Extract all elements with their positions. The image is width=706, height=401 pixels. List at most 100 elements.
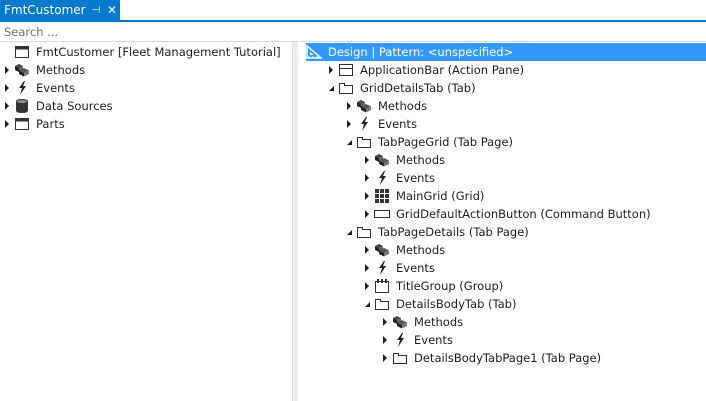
expand-arrow-icon[interactable] bbox=[0, 79, 14, 97]
tree-node-label: Design | Pattern: <unspecified> bbox=[328, 45, 514, 59]
events-icon bbox=[374, 260, 390, 276]
tree-node-griddetailstab[interactable]: GridDetailsTab (Tab) bbox=[324, 79, 476, 97]
methods-icon bbox=[374, 242, 390, 258]
tree-node-methods[interactable]: Methods bbox=[360, 241, 445, 259]
tree-node-label: Methods bbox=[36, 63, 86, 77]
tree-node-detailsbodytab[interactable]: DetailsBodyTab (Tab) bbox=[360, 295, 516, 313]
design-icon bbox=[306, 44, 322, 60]
tree-node-label: DetailsBodyTab (Tab) bbox=[396, 297, 517, 311]
tree-node-fmtcustomer-fleet-management-tutorial[interactable]: FmtCustomer [Fleet Management Tutorial] bbox=[0, 43, 281, 61]
tree-node-label: Events bbox=[378, 117, 417, 131]
expand-arrow-icon[interactable] bbox=[360, 151, 374, 169]
form-icon bbox=[14, 44, 30, 60]
events-icon bbox=[392, 332, 408, 348]
tree-node-label: FmtCustomer [Fleet Management Tutorial] bbox=[36, 45, 281, 59]
tree-node-label: TabPageDetails (Tab Page) bbox=[378, 225, 529, 239]
search-input[interactable] bbox=[0, 22, 706, 41]
expand-arrow-icon[interactable] bbox=[378, 349, 392, 367]
tree-node-data-sources[interactable]: Data Sources bbox=[0, 97, 113, 115]
tree-node-methods[interactable]: Methods bbox=[0, 61, 85, 79]
tree-node-label: DetailsBodyTabPage1 (Tab Page) bbox=[414, 351, 602, 365]
tree-node-titlegroup[interactable]: TitleGroup (Group) bbox=[360, 277, 503, 295]
tree-node-griddefaultactionbutton[interactable]: GridDefaultActionButton (Command Button) bbox=[360, 205, 651, 223]
tree-node-label: TitleGroup (Group) bbox=[396, 279, 504, 293]
collapse-arrow-icon[interactable] bbox=[342, 223, 356, 241]
tab-icon bbox=[338, 80, 354, 96]
pin-icon[interactable]: ⊣ bbox=[88, 5, 104, 16]
tree-node-design-pattern-unspecified[interactable]: Design | Pattern: <unspecified> bbox=[306, 43, 706, 61]
tree-node-tabpagedetails[interactable]: TabPageDetails (Tab Page) bbox=[342, 223, 529, 241]
tree-node-label: TabPageGrid (Tab Page) bbox=[378, 135, 514, 149]
tree-node-label: Methods bbox=[378, 99, 428, 113]
expand-arrow-icon[interactable] bbox=[360, 277, 374, 295]
events-icon bbox=[356, 116, 372, 132]
events-icon bbox=[14, 80, 30, 96]
tree-node-label: Methods bbox=[396, 153, 446, 167]
tab-icon bbox=[392, 350, 408, 366]
tree-node-methods[interactable]: Methods bbox=[378, 313, 463, 331]
tab-icon bbox=[356, 224, 372, 240]
tree-node-applicationbar[interactable]: ApplicationBar (Action Pane) bbox=[324, 61, 524, 79]
expand-arrow-icon[interactable] bbox=[342, 97, 356, 115]
parts-icon bbox=[14, 116, 30, 132]
expand-arrow-icon[interactable] bbox=[378, 331, 392, 349]
expand-arrow-icon[interactable] bbox=[342, 115, 356, 133]
expand-arrow-icon[interactable] bbox=[360, 241, 374, 259]
tree-node-methods[interactable]: Methods bbox=[360, 151, 445, 169]
tree-node-label: Data Sources bbox=[36, 99, 113, 113]
document-tab-strip: FmtCustomer ⊣ ✕ bbox=[0, 0, 706, 22]
expand-arrow-icon[interactable] bbox=[0, 61, 14, 79]
design-tree-pane: Design | Pattern: <unspecified> Applicati… bbox=[298, 42, 706, 401]
tree-node-label: Parts bbox=[36, 117, 65, 131]
collapse-arrow-icon[interactable] bbox=[324, 79, 338, 97]
expand-arrow-icon[interactable] bbox=[324, 61, 338, 79]
tree-node-tabpagegrid[interactable]: TabPageGrid (Tab Page) bbox=[342, 133, 513, 151]
methods-icon bbox=[356, 98, 372, 114]
expand-arrow-icon[interactable] bbox=[360, 187, 374, 205]
tree-node-detailsbodytabpage1[interactable]: DetailsBodyTabPage1 (Tab Page) bbox=[378, 349, 601, 367]
datasource-icon bbox=[14, 98, 30, 114]
tree-node-events[interactable]: Events bbox=[360, 259, 435, 277]
tree-node-label: GridDefaultActionButton (Command Button) bbox=[396, 207, 651, 221]
tree-node-label: Methods bbox=[396, 243, 446, 257]
expand-arrow-icon[interactable] bbox=[0, 97, 14, 115]
group-icon bbox=[374, 278, 390, 294]
collapse-arrow-icon[interactable] bbox=[342, 133, 356, 151]
close-icon[interactable]: ✕ bbox=[104, 3, 120, 17]
tree-node-label: MainGrid (Grid) bbox=[396, 189, 485, 203]
document-tab-title: FmtCustomer bbox=[4, 3, 86, 17]
tree-node-parts[interactable]: Parts bbox=[0, 115, 65, 133]
button-icon bbox=[374, 206, 390, 222]
methods-icon bbox=[14, 62, 30, 78]
grid-icon bbox=[374, 188, 390, 204]
tree-node-methods[interactable]: Methods bbox=[342, 97, 427, 115]
events-icon bbox=[374, 170, 390, 186]
tree-node-events[interactable]: Events bbox=[342, 115, 417, 133]
search-bar bbox=[0, 22, 706, 42]
tree-node-label: ApplicationBar (Action Pane) bbox=[360, 63, 525, 77]
expand-arrow-icon[interactable] bbox=[360, 205, 374, 223]
expand-arrow-icon[interactable] bbox=[360, 259, 374, 277]
tree-node-label: Methods bbox=[414, 315, 464, 329]
expand-arrow-icon[interactable] bbox=[378, 313, 392, 331]
collapse-arrow-icon[interactable] bbox=[360, 295, 374, 313]
document-tab[interactable]: FmtCustomer ⊣ ✕ bbox=[0, 0, 120, 20]
tab-icon bbox=[374, 296, 390, 312]
actionpane-icon bbox=[338, 62, 354, 78]
tree-node-maingrid[interactable]: MainGrid (Grid) bbox=[360, 187, 484, 205]
tree-node-events[interactable]: Events bbox=[0, 79, 75, 97]
tree-node-events[interactable]: Events bbox=[378, 331, 453, 349]
tree-node-events[interactable]: Events bbox=[360, 169, 435, 187]
methods-icon bbox=[374, 152, 390, 168]
tree-node-label: GridDetailsTab (Tab) bbox=[360, 81, 476, 95]
form-tree-pane: FmtCustomer [Fleet Management Tutorial] M… bbox=[0, 42, 292, 401]
expand-arrow-icon[interactable] bbox=[0, 115, 14, 133]
tab-icon bbox=[356, 134, 372, 150]
tree-node-label: Events bbox=[414, 333, 453, 347]
tree-node-label: Events bbox=[36, 81, 75, 95]
expand-arrow-icon[interactable] bbox=[360, 169, 374, 187]
methods-icon bbox=[392, 314, 408, 330]
tree-node-label: Events bbox=[396, 261, 435, 275]
tree-node-label: Events bbox=[396, 171, 435, 185]
